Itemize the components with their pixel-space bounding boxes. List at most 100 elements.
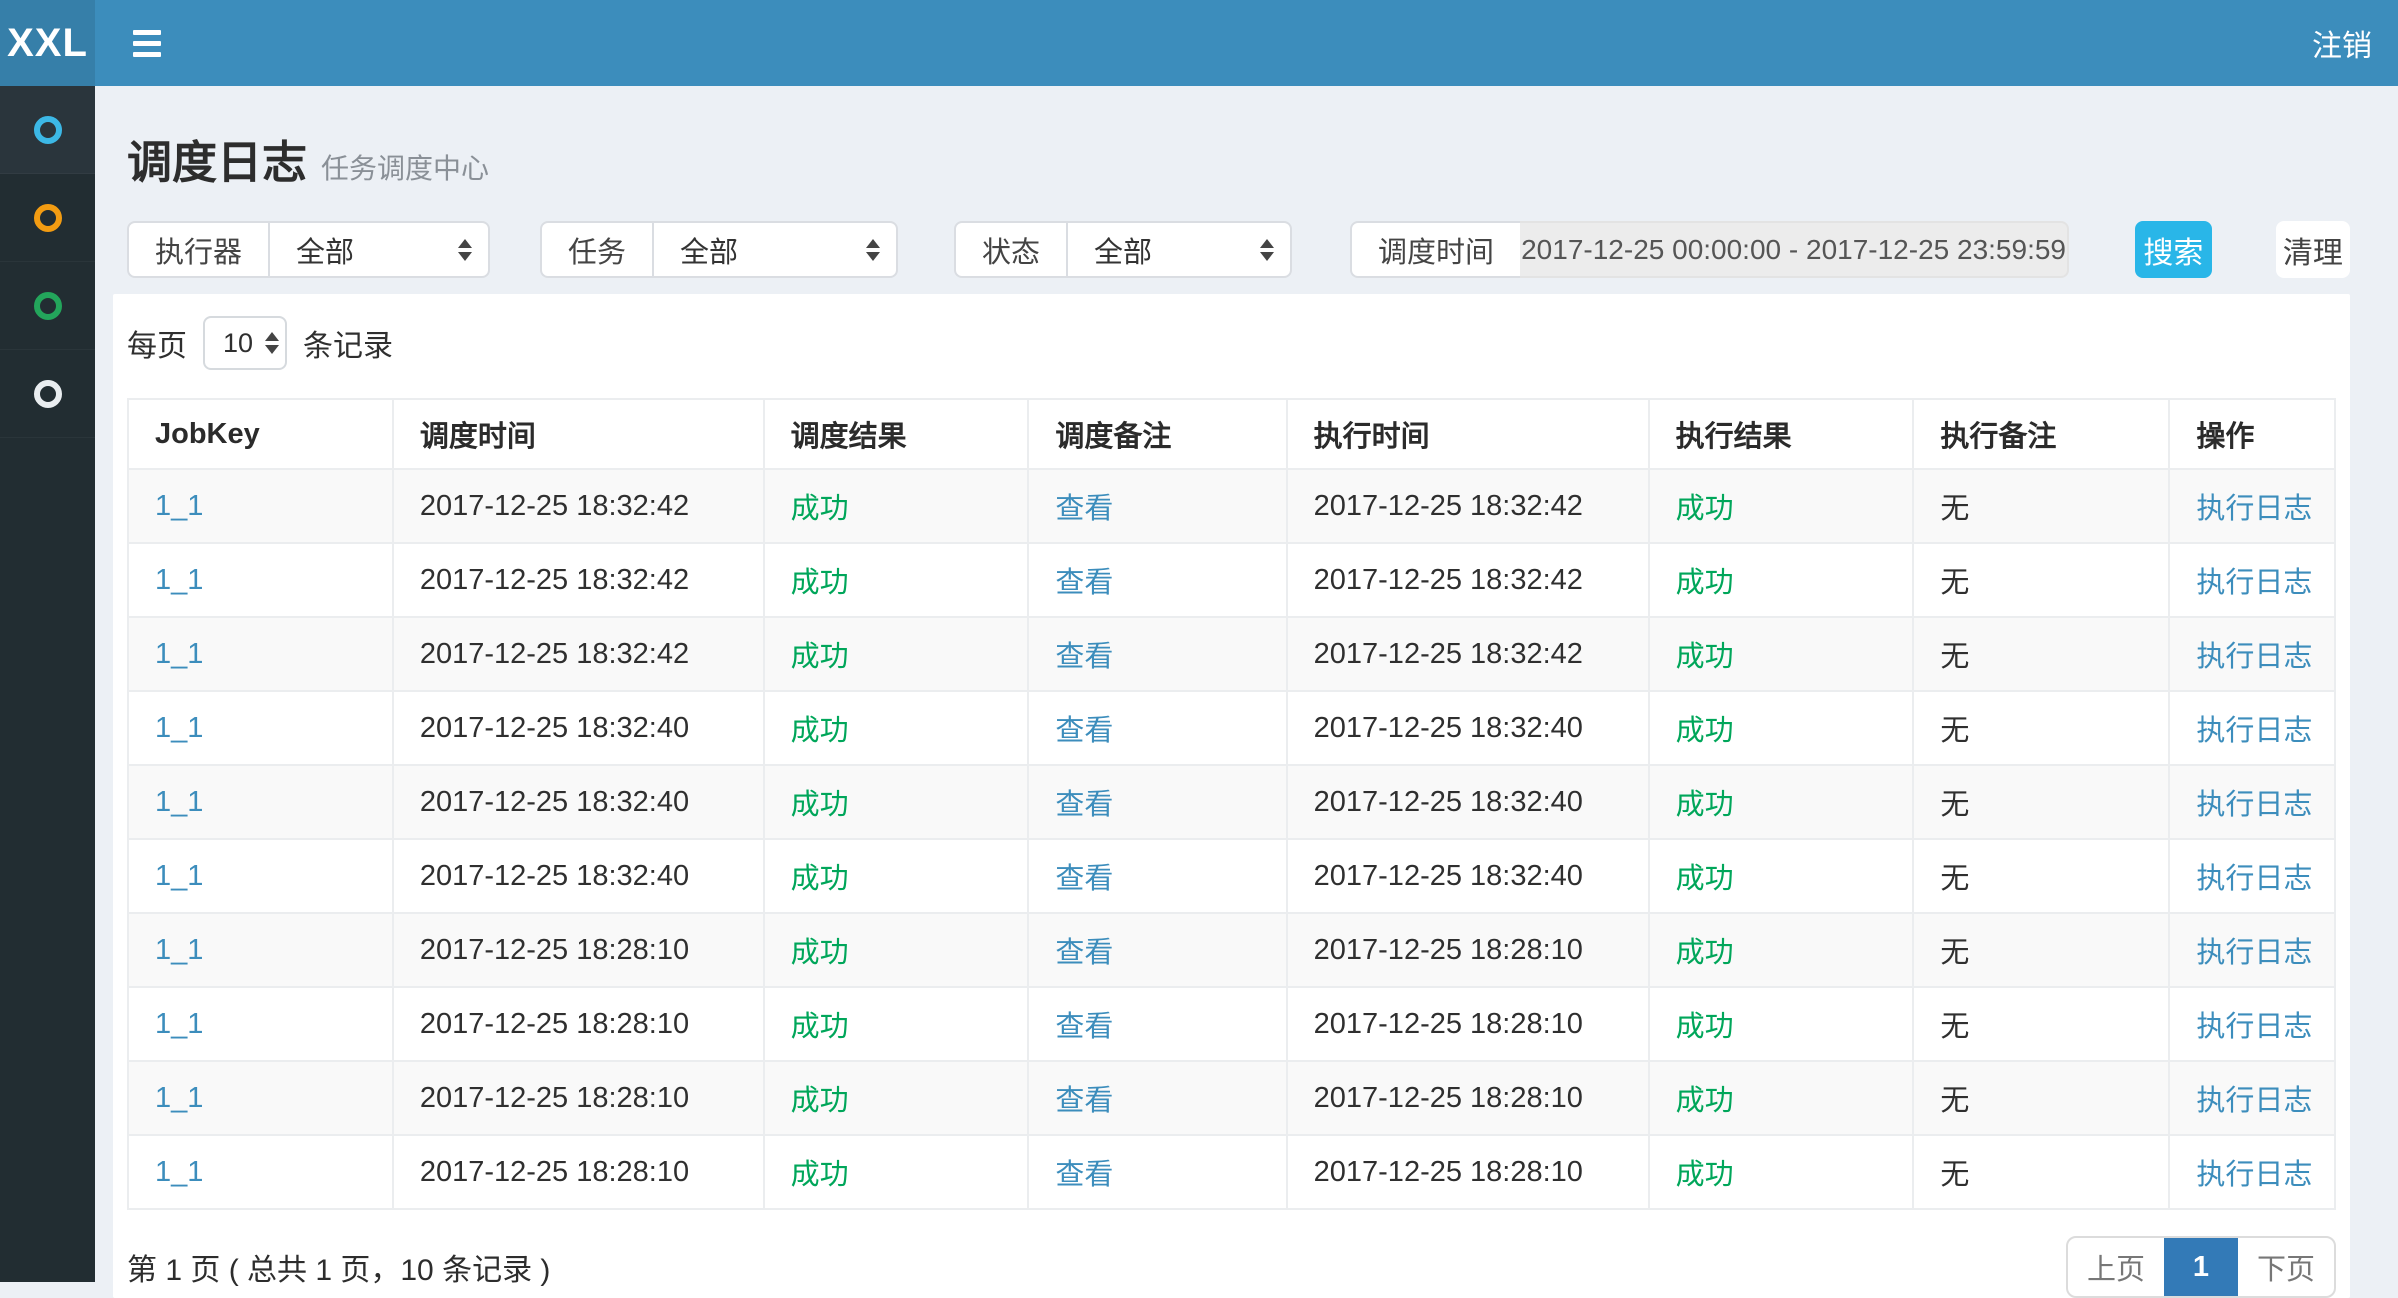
- select-stepper-icon: [866, 239, 880, 261]
- trigger-msg-link[interactable]: 查看: [1028, 691, 1286, 765]
- handle-msg-text: 无: [1913, 617, 2169, 691]
- job-key-link[interactable]: 1_1: [128, 691, 393, 765]
- action-log-link[interactable]: 执行日志: [2169, 691, 2335, 765]
- action-log-link[interactable]: 执行日志: [2169, 913, 2335, 987]
- page-size-prefix-label: 每页: [127, 321, 187, 365]
- handle-result-text: 成功: [1649, 1135, 1914, 1209]
- table-row: 1_12017-12-25 18:28:10成功查看2017-12-25 18:…: [128, 1061, 2335, 1135]
- trigger-msg-link[interactable]: 查看: [1028, 839, 1286, 913]
- handle-msg-text: 无: [1913, 1135, 2169, 1209]
- page-size-suffix-label: 条记录: [303, 321, 393, 365]
- trigger-time-text: 2017-12-25 18:32:42: [393, 469, 764, 543]
- table-row: 1_12017-12-25 18:32:40成功查看2017-12-25 18:…: [128, 839, 2335, 913]
- job-key-link[interactable]: 1_1: [128, 987, 393, 1061]
- action-log-link[interactable]: 执行日志: [2169, 987, 2335, 1061]
- trigger-msg-link[interactable]: 查看: [1028, 765, 1286, 839]
- action-log-link[interactable]: 执行日志: [2169, 1135, 2335, 1209]
- handle-msg-text: 无: [1913, 987, 2169, 1061]
- sidebar-item-1[interactable]: [0, 86, 95, 174]
- main-content: 调度日志任务调度中心 执行器 全部 任务 全部 状态 全部 调度时间: [95, 86, 2398, 1282]
- trigger-msg-link[interactable]: 查看: [1028, 913, 1286, 987]
- job-select[interactable]: 全部: [652, 221, 898, 278]
- table-row: 1_12017-12-25 18:32:40成功查看2017-12-25 18:…: [128, 765, 2335, 839]
- job-key-link[interactable]: 1_1: [128, 913, 393, 987]
- current-page-button[interactable]: 1: [2164, 1238, 2238, 1296]
- trigger-time-range-input[interactable]: 2017-12-25 00:00:00 - 2017-12-25 23:59:5…: [1520, 221, 2069, 278]
- status-select-value: 全部: [1094, 229, 1152, 271]
- sidebar-item-2[interactable]: [0, 174, 95, 262]
- circle-outline-icon: [34, 116, 62, 144]
- action-log-link[interactable]: 执行日志: [2169, 617, 2335, 691]
- job-key-link[interactable]: 1_1: [128, 617, 393, 691]
- job-key-link[interactable]: 1_1: [128, 1135, 393, 1209]
- trigger-msg-link[interactable]: 查看: [1028, 1135, 1286, 1209]
- job-key-link[interactable]: 1_1: [128, 765, 393, 839]
- clear-button[interactable]: 清理: [2276, 221, 2350, 278]
- column-header: JobKey: [128, 399, 393, 469]
- handle-time-text: 2017-12-25 18:28:10: [1287, 987, 1649, 1061]
- sidebar-item-3[interactable]: [0, 262, 95, 350]
- trigger-msg-link[interactable]: 查看: [1028, 617, 1286, 691]
- trigger-result-text: 成功: [764, 913, 1029, 987]
- select-stepper-icon: [458, 239, 472, 261]
- trigger-msg-link[interactable]: 查看: [1028, 1061, 1286, 1135]
- table-row: 1_12017-12-25 18:32:40成功查看2017-12-25 18:…: [128, 691, 2335, 765]
- job-key-link[interactable]: 1_1: [128, 1061, 393, 1135]
- trigger-result-text: 成功: [764, 839, 1029, 913]
- job-key-link[interactable]: 1_1: [128, 543, 393, 617]
- action-log-link[interactable]: 执行日志: [2169, 1061, 2335, 1135]
- search-button[interactable]: 搜索: [2135, 221, 2212, 278]
- trigger-time-text: 2017-12-25 18:28:10: [393, 987, 764, 1061]
- page-title: 调度日志: [127, 137, 307, 188]
- job-filter-label: 任务: [540, 221, 652, 278]
- handle-msg-text: 无: [1913, 765, 2169, 839]
- trigger-time-filter-label: 调度时间: [1350, 221, 1520, 278]
- app-logo[interactable]: XXL: [0, 0, 95, 86]
- prev-page-button[interactable]: 上页: [2068, 1238, 2164, 1296]
- filter-toolbar: 执行器 全部 任务 全部 状态 全部 调度时间 2017-12-25 00:00…: [127, 221, 2350, 278]
- job-filter-group: 任务 全部: [540, 221, 898, 278]
- dispatch-log-table: JobKey调度时间调度结果调度备注执行时间执行结果执行备注操作 1_12017…: [127, 398, 2336, 1210]
- sidebar-item-4[interactable]: [0, 350, 95, 438]
- trigger-time-filter-group: 调度时间 2017-12-25 00:00:00 - 2017-12-25 23…: [1350, 221, 2069, 278]
- handle-msg-text: 无: [1913, 691, 2169, 765]
- column-header: 执行结果: [1649, 399, 1914, 469]
- handle-time-text: 2017-12-25 18:32:40: [1287, 765, 1649, 839]
- next-page-button[interactable]: 下页: [2238, 1238, 2334, 1296]
- action-log-link[interactable]: 执行日志: [2169, 469, 2335, 543]
- trigger-result-text: 成功: [764, 469, 1029, 543]
- trigger-msg-link[interactable]: 查看: [1028, 987, 1286, 1061]
- handle-time-text: 2017-12-25 18:32:40: [1287, 691, 1649, 765]
- job-key-link[interactable]: 1_1: [128, 839, 393, 913]
- logout-link[interactable]: 注销: [2286, 0, 2398, 86]
- trigger-result-text: 成功: [764, 987, 1029, 1061]
- trigger-result-text: 成功: [764, 1061, 1029, 1135]
- action-log-link[interactable]: 执行日志: [2169, 839, 2335, 913]
- hamburger-icon: [133, 52, 161, 57]
- job-key-link[interactable]: 1_1: [128, 469, 393, 543]
- executor-select[interactable]: 全部: [268, 221, 490, 278]
- page-size-select[interactable]: 10: [203, 316, 287, 370]
- table-header-row: JobKey调度时间调度结果调度备注执行时间执行结果执行备注操作: [128, 399, 2335, 469]
- status-select[interactable]: 全部: [1066, 221, 1292, 278]
- sidebar-toggle-button[interactable]: [123, 20, 171, 67]
- hamburger-icon: [133, 41, 161, 46]
- handle-result-text: 成功: [1649, 617, 1914, 691]
- job-select-value: 全部: [680, 229, 738, 271]
- table-row: 1_12017-12-25 18:32:42成功查看2017-12-25 18:…: [128, 617, 2335, 691]
- action-log-link[interactable]: 执行日志: [2169, 765, 2335, 839]
- handle-result-text: 成功: [1649, 987, 1914, 1061]
- trigger-msg-link[interactable]: 查看: [1028, 543, 1286, 617]
- trigger-time-text: 2017-12-25 18:28:10: [393, 1061, 764, 1135]
- handle-result-text: 成功: [1649, 543, 1914, 617]
- action-log-link[interactable]: 执行日志: [2169, 543, 2335, 617]
- handle-time-text: 2017-12-25 18:32:40: [1287, 839, 1649, 913]
- handle-msg-text: 无: [1913, 913, 2169, 987]
- handle-msg-text: 无: [1913, 543, 2169, 617]
- trigger-result-text: 成功: [764, 543, 1029, 617]
- pagination-summary: 第 1 页 ( 总共 1 页，10 条记录 ): [127, 1245, 550, 1289]
- handle-time-text: 2017-12-25 18:28:10: [1287, 1135, 1649, 1209]
- circle-outline-icon: [34, 204, 62, 232]
- trigger-msg-link[interactable]: 查看: [1028, 469, 1286, 543]
- table-row: 1_12017-12-25 18:32:42成功查看2017-12-25 18:…: [128, 469, 2335, 543]
